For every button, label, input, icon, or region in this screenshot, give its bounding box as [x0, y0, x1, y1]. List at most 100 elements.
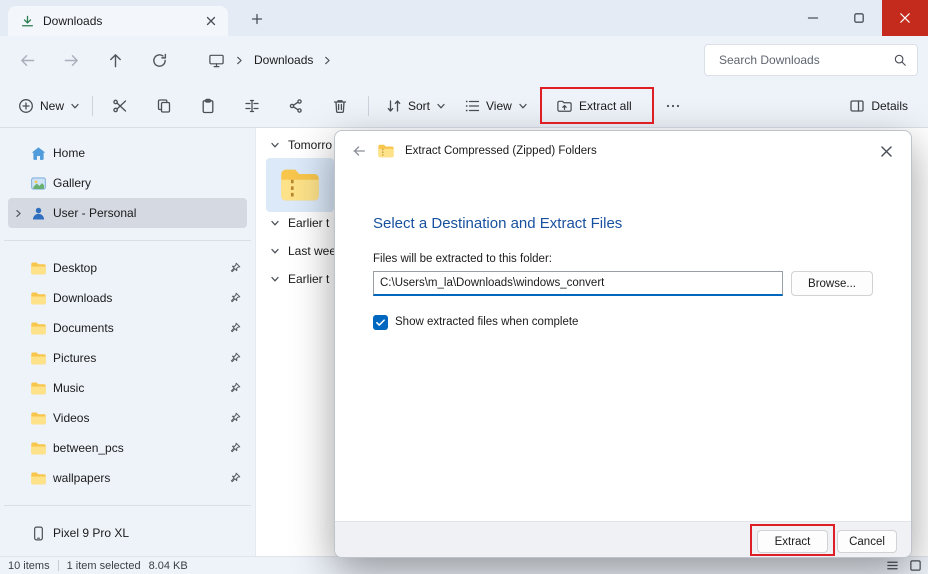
breadcrumb: Downloads [208, 52, 332, 69]
sidebar-item-label: Music [53, 381, 84, 395]
sidebar-item-user-personal[interactable]: User - Personal [8, 198, 247, 228]
new-tab-button[interactable] [246, 8, 268, 30]
status-bar: 10 items 1 item selected 8.04 KB [0, 556, 928, 574]
window-controls [790, 0, 928, 36]
extract-button[interactable]: Extract [757, 530, 828, 553]
paste-button[interactable] [187, 90, 229, 122]
search-input[interactable] [719, 53, 893, 67]
divider [4, 240, 251, 241]
pin-icon [229, 412, 241, 424]
search-box[interactable] [704, 44, 918, 76]
chevron-down-icon [270, 274, 280, 284]
pin-icon [229, 382, 241, 394]
sidebar-item-downloads[interactable]: Downloads [8, 283, 247, 313]
show-files-checkbox-label[interactable]: Show extracted files when complete [395, 316, 578, 328]
divider [4, 505, 251, 506]
close-button[interactable] [882, 0, 928, 36]
this-pc-icon[interactable] [208, 52, 225, 69]
browse-button[interactable]: Browse... [791, 271, 873, 296]
sidebar-item-label: Documents [53, 321, 114, 335]
cancel-button[interactable]: Cancel [837, 530, 897, 553]
extract-all-button[interactable]: Extract all [548, 90, 640, 122]
back-button[interactable] [10, 43, 44, 77]
dialog-close-icon[interactable] [871, 136, 901, 166]
share-icon [288, 98, 304, 114]
scissors-icon [112, 98, 128, 114]
sidebar-item-pixel-9-pro-xl[interactable]: Pixel 9 Pro XL [8, 518, 247, 548]
chevron-right-icon[interactable] [323, 56, 332, 65]
folder-icon [30, 470, 47, 487]
divider [368, 96, 369, 116]
copy-button[interactable] [143, 90, 185, 122]
sidebar-item-label: between_pcs [53, 441, 124, 455]
details-button-label: Details [871, 99, 908, 113]
maximize-button[interactable] [836, 0, 882, 36]
details-view-icon[interactable] [886, 559, 899, 572]
view-icon [464, 98, 480, 114]
details-pane-icon [849, 98, 865, 114]
person-icon [30, 205, 47, 222]
tab-close-icon[interactable] [200, 10, 222, 32]
more-button[interactable] [652, 90, 694, 122]
rename-button[interactable] [231, 90, 273, 122]
breadcrumb-item-downloads[interactable]: Downloads [254, 53, 313, 67]
share-button[interactable] [275, 90, 317, 122]
navigation-bar: Downloads [0, 36, 928, 84]
details-button[interactable]: Details [841, 90, 916, 122]
group-header-earlier-1[interactable]: Earlier t [270, 216, 329, 230]
extract-folder-icon [556, 98, 573, 115]
forward-button[interactable] [54, 43, 88, 77]
tab-downloads[interactable]: Downloads [8, 6, 228, 36]
group-header-tomorrow[interactable]: Tomorro [270, 138, 332, 152]
new-button[interactable]: New [10, 90, 88, 122]
sidebar-item-desktop[interactable]: Desktop [8, 253, 247, 283]
up-button[interactable] [98, 43, 132, 77]
view-button[interactable]: View [456, 90, 536, 122]
rename-icon [244, 98, 260, 114]
check-icon [375, 317, 386, 328]
refresh-button[interactable] [142, 43, 176, 77]
group-label: Earlier t [288, 272, 329, 286]
chevron-down-icon [436, 101, 446, 111]
large-icons-view-icon[interactable] [909, 559, 922, 572]
sidebar-item-pictures[interactable]: Pictures [8, 343, 247, 373]
gallery-icon [30, 175, 47, 192]
group-header-last-week[interactable]: Last wee [270, 244, 336, 258]
titlebar: Downloads [0, 0, 928, 36]
sidebar-item-videos[interactable]: Videos [8, 403, 247, 433]
dialog-back-icon[interactable] [351, 143, 367, 159]
show-files-checkbox[interactable] [373, 315, 388, 330]
folder-icon [30, 380, 47, 397]
sidebar-item-wallpapers[interactable]: wallpapers [8, 463, 247, 493]
group-label: Tomorro [288, 138, 332, 152]
sidebar-item-documents[interactable]: Documents [8, 313, 247, 343]
group-header-earlier-2[interactable]: Earlier t [270, 272, 329, 286]
chevron-right-icon[interactable] [12, 209, 24, 218]
folder-icon [30, 260, 47, 277]
folder-icon [30, 350, 47, 367]
home-icon [30, 145, 47, 162]
sidebar-item-label: Home [53, 146, 85, 160]
sidebar-item-home[interactable]: Home [8, 138, 247, 168]
sidebar-item-label: Pictures [53, 351, 96, 365]
pin-icon [229, 442, 241, 454]
delete-button[interactable] [319, 90, 361, 122]
selection-size: 8.04 KB [149, 560, 188, 572]
sidebar-item-music[interactable]: Music [8, 373, 247, 403]
destination-path-label: Files will be extracted to this folder: [373, 253, 552, 265]
zip-file-tile[interactable] [266, 158, 334, 212]
folder-icon [30, 290, 47, 307]
dialog-heading: Select a Destination and Extract Files [373, 215, 622, 232]
pin-icon [229, 322, 241, 334]
extract-all-button-label: Extract all [579, 99, 632, 113]
copy-icon [156, 98, 172, 114]
view-button-label: View [486, 99, 512, 113]
sort-button[interactable]: Sort [378, 90, 454, 122]
destination-path-input[interactable] [373, 271, 783, 296]
minimize-button[interactable] [790, 0, 836, 36]
sidebar-item-between-pcs[interactable]: between_pcs [8, 433, 247, 463]
zip-folder-icon [377, 142, 395, 160]
cut-button[interactable] [99, 90, 141, 122]
sidebar-item-gallery[interactable]: Gallery [8, 168, 247, 198]
divider [58, 560, 59, 571]
